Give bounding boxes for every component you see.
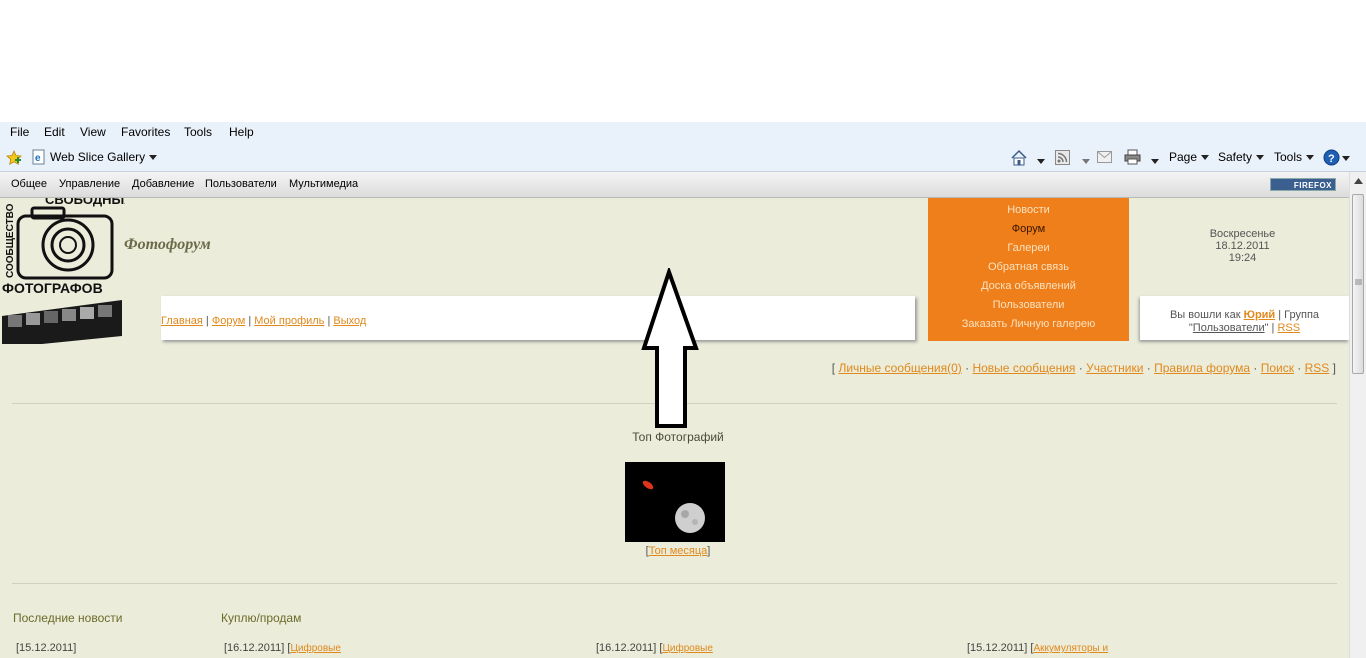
news-item: [16.12.2011] [Цифровые (596, 642, 713, 654)
menu-users[interactable]: Пользователи (928, 296, 1129, 315)
menu-feedback[interactable]: Обратная связь (928, 258, 1129, 277)
menu-favorites[interactable]: Favorites (121, 125, 170, 139)
search-link[interactable]: Поиск (1261, 361, 1294, 375)
news-link[interactable]: Цифровые (662, 643, 712, 654)
site-title: Фотофорум (124, 236, 211, 253)
menu-order-gallery[interactable]: Заказать Личную галерею (928, 315, 1129, 334)
site-top-navigation: Общее Управление Добавление Пользователи… (0, 172, 1349, 198)
menu-forum[interactable]: Форум (928, 220, 1129, 239)
menu-edit[interactable]: Edit (44, 125, 65, 139)
browser-menubar: File Edit View Favorites Tools Help (0, 122, 1366, 146)
news-date: [15.12.2011] (967, 642, 1028, 654)
topnav-users[interactable]: Пользователи (205, 178, 277, 190)
date-time: Воскресенье 18.12.2011 19:24 (1175, 228, 1310, 264)
news-item: [15.12.2011] (16, 642, 76, 654)
buy-sell-heading: Куплю/продам (221, 611, 302, 625)
scrollbar-thumb[interactable] (1352, 194, 1364, 374)
news-date: [16.12.2011] (596, 642, 657, 654)
forum-rules-link[interactable]: Правила форума (1154, 361, 1250, 375)
web-slice-gallery-link[interactable]: Web Slice Gallery (50, 150, 158, 164)
help-icon[interactable]: ? (1323, 149, 1351, 169)
breadcrumb-my-profile[interactable]: Мой профиль (254, 315, 324, 327)
web-slice-icon: e (31, 149, 47, 168)
top-month-link[interactable]: Топ месяца (649, 545, 708, 557)
breadcrumb-bar: Главная | Форум | Мой профиль | Выход (161, 296, 915, 340)
svg-text:?: ? (1328, 153, 1335, 165)
private-messages-link[interactable]: Личные сообщения(0) (838, 361, 961, 375)
logo-text-bottom: ФОТОГРАФОВ (2, 280, 103, 296)
vertical-scrollbar[interactable] (1349, 172, 1366, 658)
logged-in-prefix: Вы вошли как (1169, 309, 1241, 321)
topnav-general[interactable]: Общее (11, 178, 47, 190)
menu-galleries[interactable]: Галереи (928, 239, 1129, 258)
film-strip (2, 300, 122, 348)
news-date: [16.12.2011] (224, 642, 285, 654)
breadcrumb-forum[interactable]: Форум (212, 315, 245, 327)
main-menu: Новости Форум Галереи Обратная связь Дос… (928, 198, 1129, 341)
print-dropdown-icon[interactable] (1147, 154, 1159, 168)
news-item: [15.12.2011] [Аккумуляторы и (967, 642, 1109, 654)
breadcrumb-logout[interactable]: Выход (333, 315, 366, 327)
top-month: [Топ месяца] (645, 545, 711, 557)
menu-view[interactable]: View (80, 125, 106, 139)
print-icon[interactable] (1124, 149, 1141, 168)
user-group-link[interactable]: Пользователи (1193, 322, 1265, 334)
browser-command-bar: e Web Slice Gallery Page Safety Tools ? (0, 146, 1366, 172)
page-menu[interactable]: Page (1169, 150, 1210, 164)
grip-icon (1355, 279, 1362, 285)
user-info: Вы вошли как Юрий | Группа "Пользователи… (1140, 296, 1349, 340)
favorites-star-icon[interactable] (6, 150, 22, 169)
time: 19:24 (1228, 252, 1257, 264)
forum-links: [ Личные сообщения(0) · Новые сообщения … (831, 361, 1336, 375)
breadcrumb-home[interactable]: Главная (161, 315, 203, 327)
news-link[interactable]: Цифровые (290, 643, 340, 654)
new-messages-link[interactable]: Новые сообщения (972, 361, 1075, 375)
weekday: Воскресенье (1209, 228, 1276, 240)
firefox-badge[interactable]: FIREFOX (1270, 178, 1336, 191)
divider (12, 583, 1337, 584)
read-mail-icon[interactable] (1097, 151, 1112, 166)
svg-text:e: e (35, 153, 41, 164)
news-link[interactable]: Аккумуляторы и (1033, 643, 1108, 654)
menu-news[interactable]: Новости (928, 201, 1129, 220)
site-logo[interactable]: СВОБОДНЫХ СООБЩЕСТВО ФОТОГРАФОВ (0, 192, 133, 348)
members-link[interactable]: Участники (1086, 361, 1143, 375)
feeds-dropdown-icon[interactable] (1078, 154, 1090, 168)
menu-tools[interactable]: Tools (184, 125, 212, 139)
feeds-icon[interactable] (1055, 150, 1070, 168)
logo-text-top: СВОБОДНЫХ (45, 198, 125, 207)
date: 18.12.2011 (1215, 240, 1270, 252)
news-item: [16.12.2011] [Цифровые (224, 642, 341, 654)
topnav-add[interactable]: Добавление (132, 178, 194, 190)
group-label: | Группа (1278, 309, 1320, 321)
scroll-up-icon (1354, 178, 1363, 184)
menu-file[interactable]: File (10, 125, 29, 139)
latest-news-heading: Последние новости (13, 611, 123, 625)
logo-text-vertical: СООБЩЕСТВО (5, 203, 16, 278)
top-photo-thumbnail[interactable] (625, 462, 725, 542)
up-arrow-annotation (640, 265, 700, 435)
menu-help[interactable]: Help (229, 125, 254, 139)
topnav-multimedia[interactable]: Мультимедиа (289, 178, 358, 190)
user-rss-link[interactable]: RSS (1277, 322, 1300, 334)
username-link[interactable]: Юрий (1244, 309, 1276, 321)
menu-board[interactable]: Доска объявлений (928, 277, 1129, 296)
breadcrumb: Главная | Форум | Мой профиль | Выход (161, 315, 367, 327)
safety-menu[interactable]: Safety (1218, 150, 1265, 164)
news-date: [15.12.2011] (16, 642, 77, 654)
topnav-management[interactable]: Управление (59, 178, 120, 190)
home-dropdown-icon[interactable] (1033, 154, 1045, 168)
tools-menu[interactable]: Tools (1274, 150, 1315, 164)
rss-link[interactable]: RSS (1305, 361, 1330, 375)
home-icon[interactable] (1010, 149, 1028, 170)
